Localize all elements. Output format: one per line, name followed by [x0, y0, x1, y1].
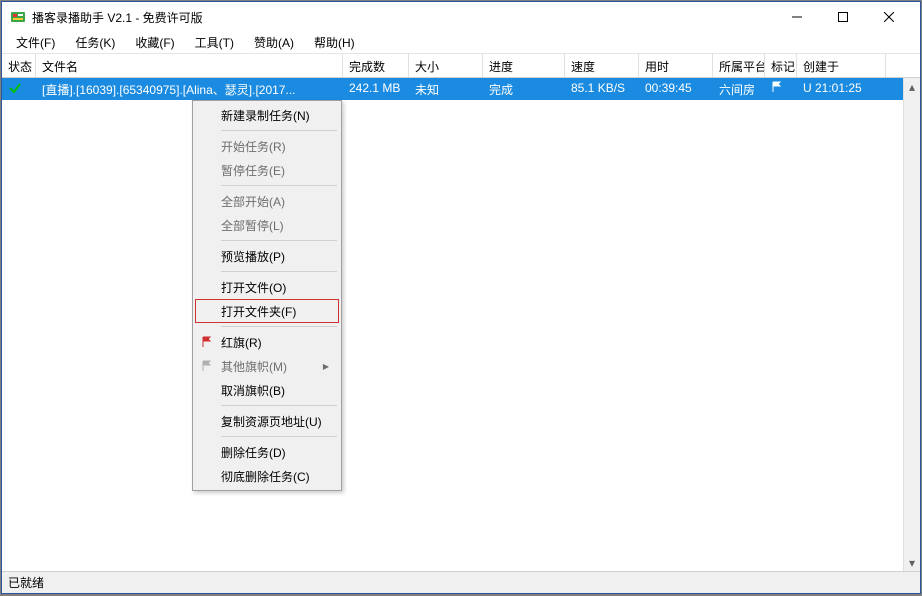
context-menu-item[interactable]: 删除任务(D): [195, 440, 339, 464]
col-time[interactable]: 用时: [639, 54, 713, 77]
menu-help[interactable]: 帮助(H): [304, 32, 365, 53]
context-menu-label: 开始任务(R): [221, 138, 286, 155]
done-cell: 242.1 MB: [343, 78, 409, 100]
app-icon: [10, 9, 26, 25]
col-platform[interactable]: 所属平台: [713, 54, 765, 77]
col-status[interactable]: 状态: [2, 54, 36, 77]
col-progress[interactable]: 进度: [483, 54, 565, 77]
col-done[interactable]: 完成数: [343, 54, 409, 77]
flag-cell: [765, 78, 797, 100]
size-cell: 未知: [409, 78, 483, 100]
minimize-button[interactable]: [774, 2, 820, 32]
titlebar: 播客录播助手 V2.1 - 免费许可版: [2, 2, 920, 32]
context-menu-label: 新建录制任务(N): [221, 107, 310, 124]
platform-cell: 六间房: [713, 78, 765, 100]
context-menu-separator: [221, 436, 337, 437]
context-menu-item[interactable]: 预览播放(P): [195, 244, 339, 268]
table-header: 状态 文件名 完成数 大小 进度 速度 用时 所属平台 标记 创建于: [2, 54, 920, 78]
context-menu-label: 彻底删除任务(C): [221, 468, 310, 485]
main-window: 播客录播助手 V2.1 - 免费许可版 文件(F) 任务(K) 收藏(F) 工具…: [1, 1, 921, 594]
context-menu-separator: [221, 405, 337, 406]
col-created[interactable]: 创建于: [797, 54, 886, 77]
close-button[interactable]: [866, 2, 912, 32]
context-menu-separator: [221, 130, 337, 131]
check-icon: [8, 81, 22, 95]
context-menu-label: 预览播放(P): [221, 248, 285, 265]
flag-icon: [771, 81, 783, 93]
menu-task[interactable]: 任务(K): [65, 32, 125, 53]
menu-tool[interactable]: 工具(T): [185, 32, 244, 53]
table-row[interactable]: [直播].[16039].[65340975].[Alina、瑟灵].[2017…: [2, 78, 920, 100]
menu-file[interactable]: 文件(F): [6, 32, 65, 53]
submenu-arrow-icon: ▶: [323, 362, 329, 371]
context-menu-item[interactable]: 复制资源页地址(U): [195, 409, 339, 433]
context-menu-item: 全部开始(A): [195, 189, 339, 213]
filename-cell: [直播].[16039].[65340975].[Alina、瑟灵].[2017…: [36, 78, 343, 100]
scroll-up-icon[interactable]: ▴: [904, 78, 920, 95]
context-menu-label: 打开文件夹(F): [221, 303, 296, 320]
grey-flag-icon: [199, 360, 215, 372]
context-menu-item: 暂停任务(E): [195, 158, 339, 182]
window-controls: [774, 2, 912, 32]
context-menu-item[interactable]: 打开文件夹(F): [195, 299, 339, 323]
menubar: 文件(F) 任务(K) 收藏(F) 工具(T) 赞助(A) 帮助(H): [2, 32, 920, 54]
context-menu-label: 复制资源页地址(U): [221, 413, 322, 430]
context-menu-label: 取消旗帜(B): [221, 382, 285, 399]
menu-favorite[interactable]: 收藏(F): [125, 32, 184, 53]
context-menu-item: 全部暂停(L): [195, 213, 339, 237]
context-menu-label: 暂停任务(E): [221, 162, 285, 179]
context-menu-item[interactable]: 打开文件(O): [195, 275, 339, 299]
statusbar: 已就绪: [2, 571, 920, 593]
window-title: 播客录播助手 V2.1 - 免费许可版: [32, 9, 774, 26]
context-menu-label: 全部暂停(L): [221, 217, 284, 234]
context-menu-separator: [221, 271, 337, 272]
col-filename[interactable]: 文件名: [36, 54, 343, 77]
col-speed[interactable]: 速度: [565, 54, 639, 77]
context-menu-item[interactable]: 取消旗帜(B): [195, 378, 339, 402]
col-flag[interactable]: 标记: [765, 54, 797, 77]
context-menu-label: 其他旗帜(M): [221, 358, 287, 375]
context-menu-item[interactable]: 红旗(R): [195, 330, 339, 354]
created-cell: U 21:01:25: [797, 78, 886, 100]
scroll-down-icon[interactable]: ▾: [904, 554, 920, 571]
context-menu-label: 全部开始(A): [221, 193, 285, 210]
content-area: [直播].[16039].[65340975].[Alina、瑟灵].[2017…: [2, 78, 920, 571]
context-menu-item[interactable]: 新建录制任务(N): [195, 103, 339, 127]
context-menu-label: 删除任务(D): [221, 444, 286, 461]
menu-sponsor[interactable]: 赞助(A): [244, 32, 304, 53]
context-menu-separator: [221, 240, 337, 241]
time-cell: 00:39:45: [639, 78, 713, 100]
progress-cell: 完成: [483, 78, 565, 100]
context-menu-item: 其他旗帜(M) ▶: [195, 354, 339, 378]
status-cell: [2, 78, 36, 100]
maximize-button[interactable]: [820, 2, 866, 32]
status-text: 已就绪: [8, 574, 44, 591]
speed-cell: 85.1 KB/S: [565, 78, 639, 100]
context-menu-item[interactable]: 彻底删除任务(C): [195, 464, 339, 488]
context-menu-label: 打开文件(O): [221, 279, 286, 296]
context-menu: 新建录制任务(N) 开始任务(R) 暂停任务(E) 全部开始(A) 全部暂停(L) 预览播…: [192, 100, 342, 491]
red-flag-icon: [199, 336, 215, 348]
vertical-scrollbar[interactable]: ▴ ▾: [903, 78, 920, 571]
context-menu-separator: [221, 185, 337, 186]
context-menu-item: 开始任务(R): [195, 134, 339, 158]
col-size[interactable]: 大小: [409, 54, 483, 77]
context-menu-label: 红旗(R): [221, 334, 262, 351]
context-menu-separator: [221, 326, 337, 327]
